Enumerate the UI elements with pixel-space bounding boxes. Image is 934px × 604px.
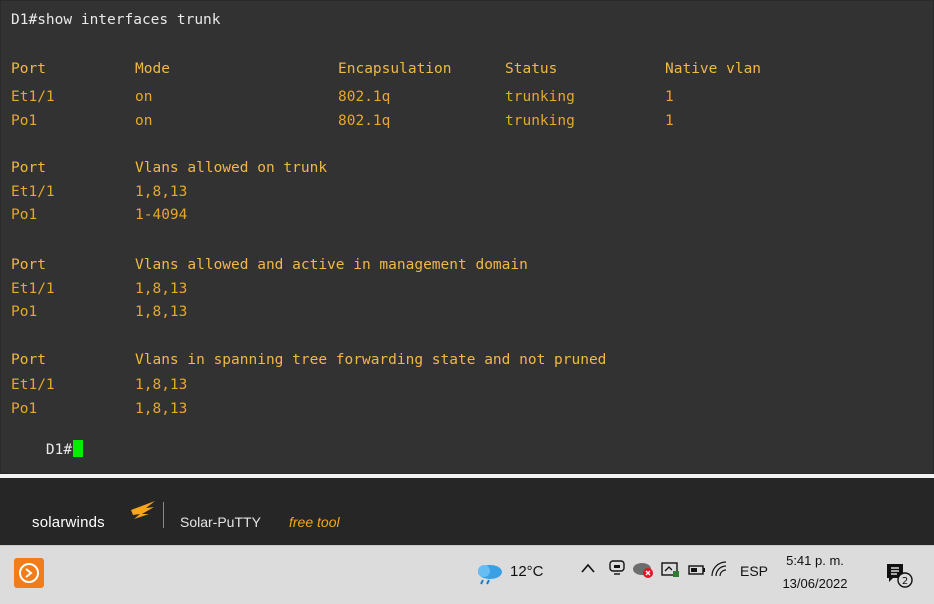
temperature[interactable]: 12°C xyxy=(510,563,544,580)
allowed-vlans-row: Po1 1-4094 xyxy=(11,207,188,223)
trunk-table-row: Po1 on 802.1q trunking 1 xyxy=(11,113,674,129)
terminal-window[interactable]: D1#show interfaces trunk Port Mode Encap… xyxy=(0,0,934,474)
stp-vlans-row: Et1/1 1,8,13 xyxy=(11,377,188,393)
trunk-table-header: Port Mode Encapsulation Status Native vl… xyxy=(11,61,762,77)
app-name: Solar-PuTTY xyxy=(180,514,261,530)
allowed-vlans-header: Port Vlans allowed on trunk xyxy=(11,160,328,176)
brand-separator xyxy=(163,502,164,528)
language-indicator[interactable]: ESP xyxy=(740,563,768,579)
notification-count: 2 xyxy=(902,576,908,587)
taskbar: 12°C 5:41 p. m. 13/06/2022 2 ESP xyxy=(0,545,934,604)
command-line: D1#show interfaces trunk xyxy=(11,12,221,28)
meet-now-icon[interactable] xyxy=(608,558,626,578)
prompt-text: D1# xyxy=(45,442,73,458)
clock-date[interactable]: 13/06/2022 xyxy=(770,576,860,591)
active-vlans-row: Po1 1,8,13 xyxy=(11,304,188,320)
wifi-icon[interactable] xyxy=(710,560,728,578)
active-vlans-header: Port Vlans allowed and active in managem… xyxy=(11,257,528,273)
clock-time[interactable]: 5:41 p. m. xyxy=(775,553,855,568)
stp-vlans-row: Po1 1,8,13 xyxy=(11,401,188,417)
trunk-table-row: Et1/1 on 802.1q trunking 1 xyxy=(11,89,674,105)
brand-bar: solarwinds Solar-PuTTY free tool xyxy=(0,478,934,545)
cloud-error-icon[interactable] xyxy=(632,560,654,580)
notification-icon[interactable]: 2 xyxy=(883,560,913,594)
battery-icon[interactable] xyxy=(687,560,707,580)
chevron-up-icon[interactable] xyxy=(580,560,596,578)
text-cursor xyxy=(73,440,84,457)
solar-putty-icon[interactable] xyxy=(14,558,44,588)
active-vlans-row: Et1/1 1,8,13 xyxy=(11,281,188,297)
free-tool-label: free tool xyxy=(289,514,340,530)
flame-icon xyxy=(130,500,156,524)
solarwinds-logo: solarwinds xyxy=(32,514,105,531)
weather-icon[interactable] xyxy=(473,560,505,590)
prompt-line[interactable]: D1# xyxy=(11,421,84,458)
stp-vlans-header: Port Vlans in spanning tree forwarding s… xyxy=(11,352,607,368)
display-icon[interactable] xyxy=(660,560,680,580)
allowed-vlans-row: Et1/1 1,8,13 xyxy=(11,184,188,200)
